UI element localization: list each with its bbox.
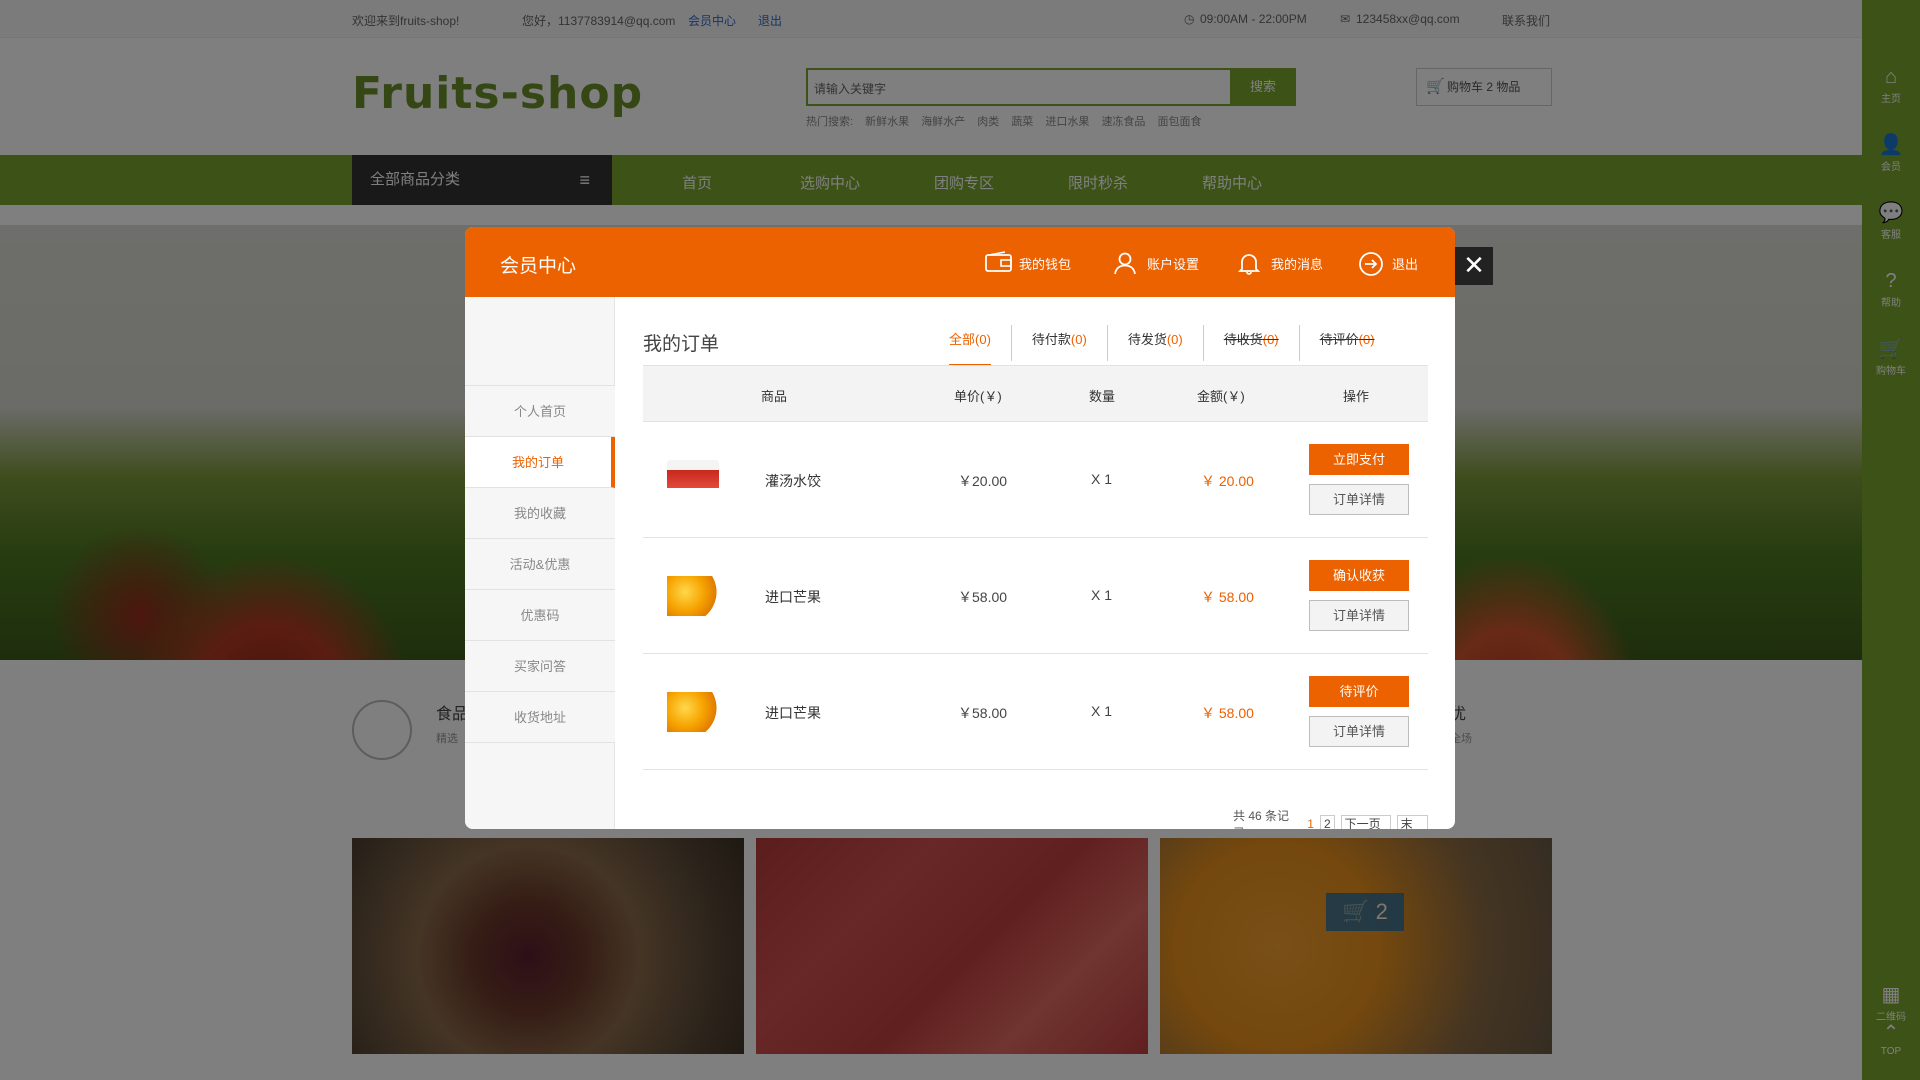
unit-price: ￥20.00 (958, 473, 1008, 489)
amount: ￥ 58.00 (1201, 589, 1254, 605)
tab-pending-payment[interactable]: 待付款(0) (1012, 325, 1108, 361)
next-page-button[interactable]: 下一页> (1340, 815, 1391, 829)
sidebar-item-address[interactable]: 收货地址 (465, 692, 615, 743)
total-records: 共 46 条记录 (1233, 809, 1290, 829)
bell-icon (1237, 251, 1263, 275)
sidebar-item-promotions[interactable]: 活动&优惠 (465, 539, 615, 590)
wallet-label: 我的钱包 (1019, 256, 1072, 272)
column-header: 操作 (1343, 389, 1370, 404)
tab-count: (0) (1070, 332, 1087, 347)
column-header: 金额(￥) (1197, 389, 1245, 404)
orders-table-header: 商品 单价(￥) 数量 金额(￥) 操作 (643, 365, 1428, 422)
exit-icon (1358, 251, 1384, 276)
page-title: 我的订单 (643, 334, 720, 355)
table-row: 进口芒果 ￥58.00 X 1 ￥ 58.00 确认收获 订单详情 (643, 538, 1428, 654)
account-settings-button[interactable]: 账户设置 (1113, 251, 1199, 275)
page-current[interactable]: 1 (1307, 817, 1314, 829)
table-row: 进口芒果 ￥58.00 X 1 ￥ 58.00 待评价 订单详情 (643, 654, 1428, 770)
tab-label: 待发货 (1127, 332, 1167, 347)
product-name[interactable]: 灌汤水饺 (765, 471, 821, 491)
unit-price: ￥58.00 (958, 705, 1008, 721)
account-settings-label: 账户设置 (1147, 256, 1200, 272)
product-image[interactable] (667, 576, 719, 616)
product-name[interactable]: 进口芒果 (765, 587, 821, 607)
order-details-button[interactable]: 订单详情 (1309, 600, 1409, 631)
member-center-modal: 会员中心 我的钱包 账户设置 我的消息 退出 个人首页 我的订单 我的收藏 活动… (465, 227, 1455, 829)
tab-count: (0) (1358, 332, 1375, 347)
wallet-icon (985, 251, 1012, 275)
close-icon: ✕ (1463, 250, 1485, 280)
messages-button[interactable]: 我的消息 (1237, 251, 1323, 275)
close-button[interactable]: ✕ (1455, 247, 1493, 285)
sidebar-item-qa[interactable]: 买家问答 (465, 641, 615, 692)
confirm-receipt-button[interactable]: 确认收获 (1309, 560, 1409, 591)
tab-pending-receipt[interactable]: 待收货(0) (1204, 325, 1300, 361)
order-details-button[interactable]: 订单详情 (1309, 484, 1409, 515)
column-header: 数量 (1089, 389, 1116, 404)
order-tabs: 全部(0) 待付款(0) 待发货(0) 待收货(0) 待评价(0) (929, 325, 1395, 367)
wallet-button[interactable]: 我的钱包 (985, 251, 1071, 275)
tab-count: (0) (1262, 332, 1279, 347)
order-details-button[interactable]: 订单详情 (1309, 716, 1409, 747)
amount: ￥ 20.00 (1201, 473, 1254, 489)
tab-all[interactable]: 全部(0) (929, 325, 1012, 367)
quantity: X 1 (1091, 703, 1113, 719)
sidebar-item-favorites[interactable]: 我的收藏 (465, 488, 615, 539)
column-header: 商品 (761, 389, 788, 404)
tab-label: 待付款 (1031, 332, 1071, 347)
tab-count: (0) (1166, 332, 1183, 347)
exit-button[interactable]: 退出 (1358, 251, 1419, 276)
page-2-button[interactable]: 2 (1319, 815, 1335, 829)
sidebar-item-coupons[interactable]: 优惠码 (465, 590, 615, 641)
pagination: 共 46 条记录 1 2 下一页> 末页 (1233, 807, 1428, 829)
product-image[interactable] (667, 460, 719, 500)
pay-now-button[interactable]: 立即支付 (1309, 444, 1409, 475)
modal-header: 会员中心 我的钱包 账户设置 我的消息 退出 (465, 227, 1455, 297)
tab-count: (0) (975, 332, 991, 347)
review-button[interactable]: 待评价 (1309, 676, 1409, 707)
product-name[interactable]: 进口芒果 (765, 703, 821, 723)
tab-pending-review[interactable]: 待评价(0) (1300, 325, 1395, 361)
amount: ￥ 58.00 (1201, 705, 1254, 721)
sidebar-item-home[interactable]: 个人首页 (465, 386, 615, 437)
tab-pending-shipment[interactable]: 待发货(0) (1108, 325, 1204, 361)
messages-label: 我的消息 (1271, 256, 1324, 272)
last-page-button[interactable]: 末页 (1396, 815, 1428, 829)
product-image[interactable] (667, 692, 719, 732)
modal-title: 会员中心 (500, 256, 577, 277)
quantity: X 1 (1091, 471, 1113, 487)
tab-label: 待评价 (1319, 332, 1359, 347)
table-row: 灌汤水饺 ￥20.00 X 1 ￥ 20.00 立即支付 订单详情 (643, 422, 1428, 538)
user-icon (1113, 251, 1139, 275)
member-sidebar: 个人首页 我的订单 我的收藏 活动&优惠 优惠码 买家问答 收货地址 (465, 297, 615, 829)
unit-price: ￥58.00 (958, 589, 1008, 605)
quantity: X 1 (1091, 587, 1113, 603)
exit-label: 退出 (1392, 256, 1419, 272)
sidebar-item-orders[interactable]: 我的订单 (465, 437, 615, 488)
column-header: 单价(￥) (954, 389, 1002, 404)
tab-label: 全部 (949, 332, 976, 347)
tab-label: 待收货 (1223, 332, 1263, 347)
